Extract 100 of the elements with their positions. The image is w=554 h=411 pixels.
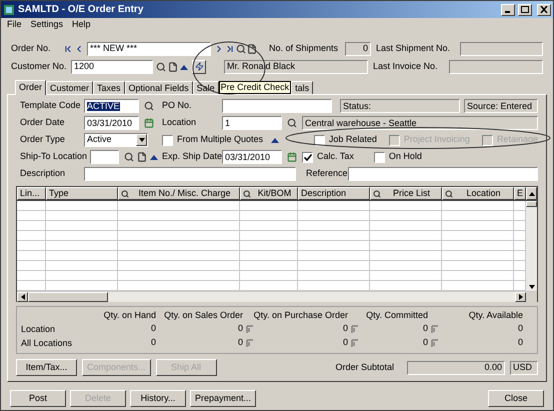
field-label: Order Type	[20, 133, 65, 146]
vertical-scrollbar[interactable]	[526, 201, 537, 291]
field-label: No. of Shipments	[269, 42, 338, 55]
minimize-button[interactable]	[501, 4, 515, 16]
checkbox[interactable]	[374, 152, 385, 162]
tab[interactable]: Customer	[46, 81, 94, 94]
dialog-button[interactable]: History...	[130, 390, 186, 407]
quantity-value: 0	[150, 322, 156, 336]
search-icon	[373, 190, 381, 198]
column-header[interactable]: Item No./ Misc. Charge	[118, 187, 240, 200]
new-document-icon[interactable]	[168, 62, 178, 72]
right-arrow-icon	[518, 294, 522, 300]
dialog-button[interactable]: Item/Tax...	[16, 359, 77, 376]
column-header[interactable]: Price List	[370, 187, 442, 200]
menu-item[interactable]: Settings	[30, 18, 64, 32]
left-arrow-icon	[20, 294, 24, 300]
po-number-field[interactable]	[222, 99, 332, 113]
drilldown-icon[interactable]	[351, 324, 359, 334]
column-header[interactable]: Kit/BOM	[240, 187, 298, 200]
checkbox[interactable]	[162, 134, 173, 146]
field-label: Ship-To Location	[20, 150, 88, 164]
tab[interactable]: Taxes	[93, 81, 125, 94]
drilldown-icon[interactable]	[431, 338, 439, 348]
template-code-field[interactable]: ACTIVE	[84, 99, 139, 113]
search-icon	[445, 190, 453, 198]
maximize-icon	[521, 6, 529, 13]
quantity-column-header: Qty. Available	[468, 308, 523, 322]
customer-number-field[interactable]: 1200	[71, 60, 153, 74]
currency-field: USD	[510, 360, 538, 374]
dialog-button[interactable]: Prepayment...	[190, 390, 256, 407]
field-label: Reference	[306, 167, 348, 180]
subtotal-field: 0.00	[407, 360, 505, 374]
search-icon[interactable]	[124, 152, 134, 162]
credit-check-button[interactable]	[192, 60, 206, 74]
quantity-value: 0	[518, 336, 523, 350]
ship-to-location-field[interactable]	[90, 150, 119, 164]
checkbox[interactable]	[314, 134, 325, 146]
scrollbar-corner	[526, 292, 537, 302]
field-label: Template Code	[20, 99, 81, 112]
checkbox[interactable]	[302, 152, 313, 162]
calendar-icon[interactable]	[287, 152, 297, 162]
row-label: Location	[21, 323, 56, 335]
tab[interactable]: Order	[15, 80, 46, 95]
tab[interactable]: tals	[291, 81, 314, 94]
reference-field[interactable]	[348, 167, 538, 181]
scrollbar-thumb[interactable]	[28, 292, 108, 302]
column-header[interactable]: Type	[46, 187, 118, 200]
search-icon[interactable]	[287, 118, 297, 128]
drilldown-icon[interactable]	[246, 338, 254, 348]
description-field[interactable]	[84, 167, 296, 181]
quantity-value: 0	[238, 336, 243, 350]
new-document-icon[interactable]	[137, 152, 147, 162]
quantity-column-header: Qty. on Sales Order	[164, 308, 243, 322]
status-field: Status:	[340, 99, 460, 113]
location-description-field: Central warehouse - Seattle	[302, 116, 538, 130]
dialog-button[interactable]: Post	[10, 390, 66, 407]
up-arrow-icon[interactable]	[150, 154, 158, 160]
menu-item[interactable]: Help	[72, 18, 91, 32]
search-icon[interactable]	[236, 44, 246, 54]
last-record-icon[interactable]	[225, 44, 235, 54]
up-arrow-icon[interactable]	[180, 64, 188, 70]
up-arrow-icon[interactable]	[270, 137, 279, 143]
checkbox-label: From Multiple Quotes	[176, 133, 264, 146]
field-label: Last Shipment No.	[376, 42, 450, 55]
horizontal-scrollbar[interactable]	[17, 291, 537, 302]
quantity-column-header: Qty. on Hand	[104, 308, 156, 322]
calendar-icon[interactable]	[144, 118, 154, 128]
location-field[interactable]: 1	[222, 116, 282, 130]
column-header[interactable]: E	[514, 187, 526, 200]
dialog-button[interactable]: Close	[488, 390, 544, 407]
maximize-button[interactable]	[518, 4, 532, 16]
column-header[interactable]: Lin...	[17, 187, 46, 200]
quantity-value: 0	[150, 336, 156, 350]
column-header[interactable]: Location	[442, 187, 514, 200]
field-label: Last Invoice No.	[373, 60, 438, 73]
first-record-icon[interactable]	[63, 44, 73, 54]
checkbox-label: Job Related	[328, 133, 377, 146]
field-label: Order Date	[20, 116, 65, 130]
close-button[interactable]	[537, 4, 551, 16]
new-document-icon[interactable]	[247, 44, 257, 54]
scrollbar-thumb[interactable]	[526, 201, 537, 207]
drilldown-icon[interactable]	[351, 338, 359, 348]
drilldown-icon[interactable]	[246, 324, 254, 334]
app-icon	[3, 4, 15, 16]
search-icon[interactable]	[144, 101, 154, 111]
field-label: Order No.	[11, 42, 51, 55]
checkbox-label: Calc. Tax	[317, 150, 354, 164]
order-type-dropdown[interactable]: Active	[84, 133, 148, 147]
menu-item[interactable]: File	[7, 18, 22, 32]
tab[interactable]: Optional Fields	[124, 81, 193, 94]
field-label: Customer No.	[11, 60, 67, 73]
order-date-field[interactable]: 03/31/2010	[84, 116, 139, 130]
drilldown-icon[interactable]	[431, 324, 439, 334]
order-number-field[interactable]: *** NEW ***	[87, 42, 211, 56]
scroll-up-button[interactable]	[526, 187, 537, 200]
field-label: Exp. Ship Date	[162, 150, 222, 164]
column-header[interactable]: Description	[298, 187, 370, 200]
ship-date-field[interactable]: 03/31/2010	[222, 150, 282, 164]
checkbox-label: On Hold	[388, 150, 422, 164]
search-icon[interactable]	[156, 62, 166, 72]
